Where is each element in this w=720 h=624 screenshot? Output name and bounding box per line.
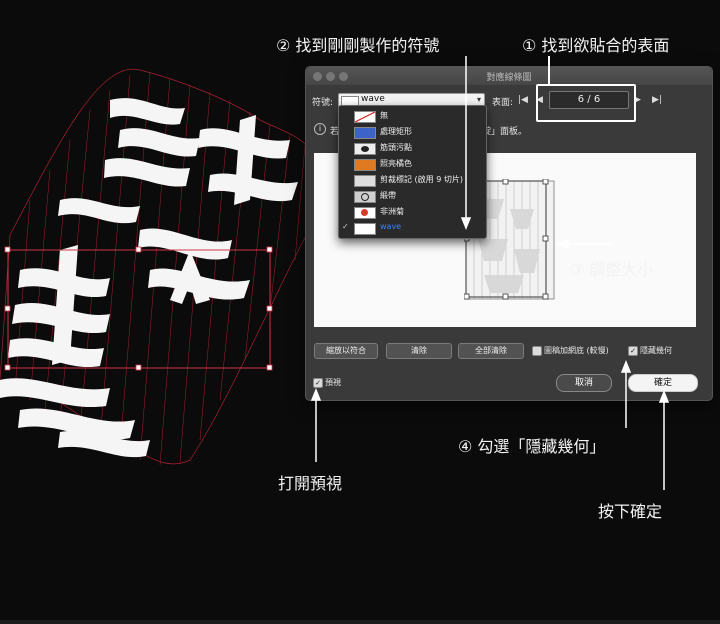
taskbar-strip <box>0 620 720 624</box>
annotation-pointers <box>310 56 670 490</box>
